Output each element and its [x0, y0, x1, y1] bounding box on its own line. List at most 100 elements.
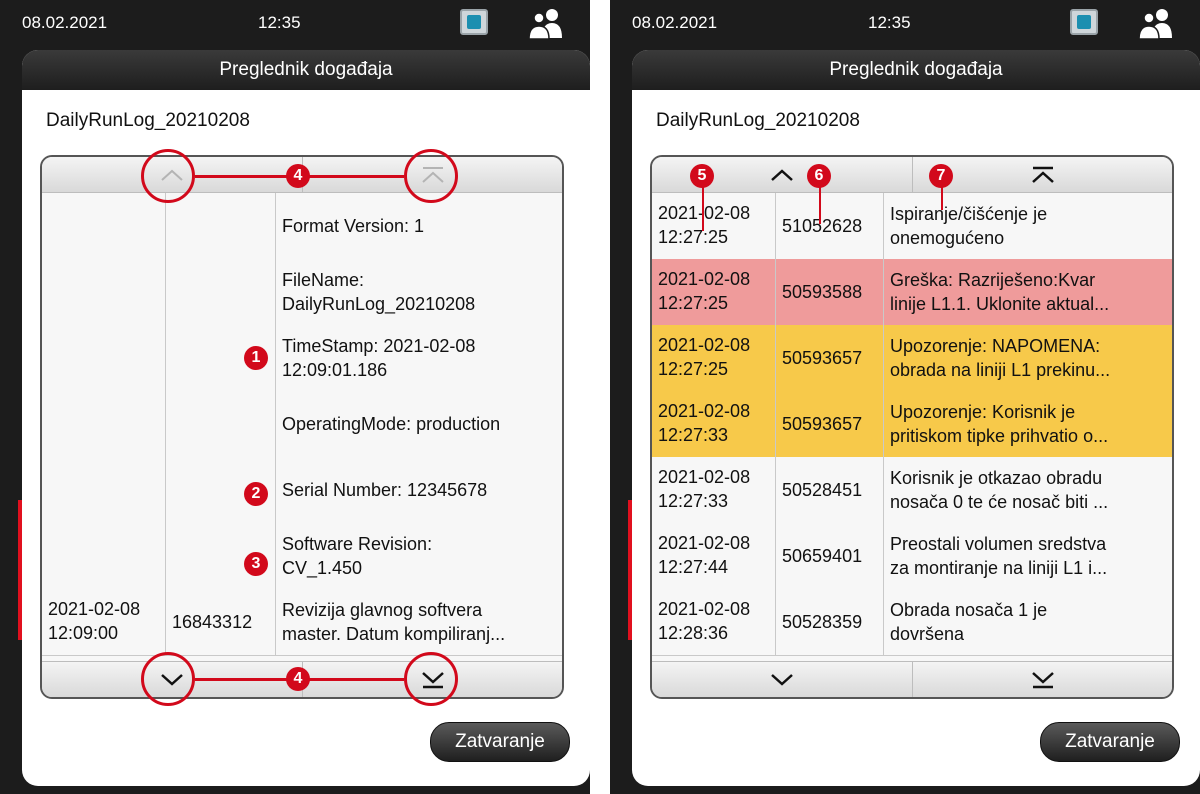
event-rows: Format Version: 1 FileName: DailyRunLog_20… — [42, 193, 562, 661]
row-timestamp — [42, 259, 166, 325]
annotation-ring-down — [141, 652, 195, 706]
callout-4-bottom: 4 — [286, 667, 310, 691]
row-description-line1: Korisnik je otkazao obradu — [890, 468, 1103, 488]
event-viewer-panel-left: 08.02.2021 12:35 Preglednik događaja Dai… — [0, 0, 590, 794]
table-row[interactable]: TimeStamp: 2021-02-08 12:09:01.186 — [42, 325, 562, 392]
row-description-line2: pritiskom tipke prihvatio o... — [890, 426, 1109, 446]
table-row[interactable]: 2021-02-08 12:09:00 16843312 Revizija glavn… — [42, 589, 562, 656]
row-description-line1: Revizija glavnog softvera — [282, 600, 483, 620]
users-icon[interactable] — [1134, 6, 1178, 40]
row-timestamp: 2021-02-08 12:09:00 — [42, 589, 166, 655]
row-event-id: 50593657 — [776, 391, 884, 457]
row-description-line1: Greška: Razriješeno:Kvar — [890, 270, 1096, 290]
callout-2: 2 — [244, 482, 268, 506]
row-time: 12:27:33 — [658, 425, 729, 445]
row-description-line2: za montiranje na liniji L1 i... — [890, 558, 1108, 578]
annotation-ring-top — [404, 149, 458, 203]
table-row[interactable]: 2021-02-08 12:27:33 50528451 Korisnik je ot… — [652, 457, 1172, 524]
row-description-line1: Preostali volumen sredstva — [890, 534, 1107, 554]
row-description-line2: 12:09:01.186 — [282, 360, 388, 380]
row-description-line1: Ispiranje/čišćenje je — [890, 204, 1048, 224]
row-description: TimeStamp: 2021-02-08 12:09:01.186 — [276, 325, 562, 391]
row-time: 12:27:25 — [658, 227, 729, 247]
monitor-icon[interactable] — [1070, 9, 1098, 35]
callout-4-top: 4 — [286, 164, 310, 188]
row-description-line2: master. Datum kompiliranj... — [282, 624, 506, 644]
row-date: 2021-02-08 — [658, 599, 751, 619]
row-description: Preostali volumen sredstva za montiranje … — [884, 523, 1172, 589]
row-event-id: 50528451 — [776, 457, 884, 523]
row-description-line1: Serial Number: 12345678 — [282, 480, 488, 500]
table-row[interactable]: 2021-02-08 12:27:25 51052628 Ispiranje/čišć… — [652, 193, 1172, 260]
row-description: Format Version: 1 — [276, 193, 562, 259]
row-time: 12:27:25 — [658, 359, 729, 379]
row-date: 2021-02-08 — [658, 203, 751, 223]
row-date: 2021-02-08 — [658, 467, 751, 487]
scroll-down-button[interactable] — [652, 662, 912, 697]
status-time: 12:35 — [868, 13, 911, 32]
table-row[interactable]: 2021-02-08 12:27:44 50659401 Preostali volu… — [652, 523, 1172, 590]
close-button[interactable]: Zatvaranje — [1040, 722, 1180, 762]
row-description-line1: Format Version: 1 — [282, 216, 425, 236]
row-description: Revizija glavnog softvera master. Datum k… — [276, 589, 562, 655]
status-date: 08.02.2021 — [632, 13, 718, 32]
row-timestamp — [42, 193, 166, 259]
row-time: 12:27:33 — [658, 491, 729, 511]
row-timestamp: 2021-02-08 12:27:25 — [652, 325, 776, 391]
chevron-up-icon — [771, 168, 793, 181]
row-description-line1: OperatingMode: production — [282, 414, 501, 434]
table-row[interactable]: Software Revision: CV_1.450 — [42, 523, 562, 590]
table-row[interactable]: Serial Number: 12345678 — [42, 457, 562, 524]
row-date: 2021-02-08 — [658, 533, 751, 553]
row-description-line2: DailyRunLog_20210208 — [282, 294, 476, 314]
row-description: Software Revision: CV_1.450 — [276, 523, 562, 589]
scroll-bottom-icon — [1032, 671, 1054, 688]
dialog-title: Preglednik događaja — [22, 50, 590, 90]
row-description: Greška: Razriješeno:Kvar linije L1.1. Ukl… — [884, 259, 1172, 325]
callout-7: 7 — [929, 164, 953, 188]
row-description-line2: linije L1.1. Uklonite aktual... — [890, 294, 1110, 314]
event-viewer-dialog: Preglednik događaja DailyRunLog_20210208… — [632, 50, 1200, 786]
row-description-line2: CV_1.450 — [282, 558, 363, 578]
close-button[interactable]: Zatvaranje — [430, 722, 570, 762]
row-description-line1: TimeStamp: 2021-02-08 — [282, 336, 476, 356]
event-rows: 2021-02-08 12:27:25 51052628 Ispiranje/čišć… — [652, 193, 1172, 661]
callout-1: 1 — [244, 346, 268, 370]
chevron-down-icon — [771, 673, 793, 686]
row-event-id: 51052628 — [776, 193, 884, 259]
table-row[interactable]: FileName: DailyRunLog_20210208 — [42, 259, 562, 326]
row-timestamp: 2021-02-08 12:27:25 — [652, 193, 776, 259]
event-viewer-panel-right: 08.02.2021 12:35 Preglednik događaja Dai… — [610, 0, 1200, 794]
callout-3: 3 — [244, 552, 268, 576]
row-time: 12:27:44 — [658, 557, 729, 577]
row-date: 2021-02-08 — [658, 335, 751, 355]
table-row[interactable]: OperatingMode: production — [42, 391, 562, 458]
row-description-line1: FileName: — [282, 270, 365, 290]
status-bar: 08.02.2021 12:35 — [610, 0, 1200, 44]
event-table: 2021-02-08 12:27:25 51052628 Ispiranje/čišć… — [650, 155, 1174, 699]
status-time: 12:35 — [258, 13, 301, 32]
scroll-bottom-button[interactable] — [912, 662, 1172, 697]
row-event-id: 50528359 — [776, 589, 884, 655]
status-date: 08.02.2021 — [22, 13, 108, 32]
table-row[interactable]: 2021-02-08 12:27:25 50593588 Greška: Razrij… — [652, 259, 1172, 326]
row-event-id: 50593588 — [776, 259, 884, 325]
row-timestamp — [42, 523, 166, 589]
row-event-id — [166, 193, 276, 259]
row-date: 2021-02-08 — [658, 269, 751, 289]
monitor-icon[interactable] — [460, 9, 488, 35]
row-description-line1: Obrada nosača 1 je — [890, 600, 1048, 620]
row-time: 12:09:00 — [48, 623, 119, 643]
annotation-ring-bottom — [404, 652, 458, 706]
log-file-name: DailyRunLog_20210208 — [46, 110, 250, 131]
row-description: Serial Number: 12345678 — [276, 457, 562, 523]
table-row[interactable]: 2021-02-08 12:28:36 50528359 Obrada nosača … — [652, 589, 1172, 656]
table-row[interactable]: 2021-02-08 12:27:33 50593657 Upozorenje: Ko… — [652, 391, 1172, 458]
table-row[interactable]: 2021-02-08 12:27:25 50593657 Upozorenje: NA… — [652, 325, 1172, 392]
row-event-id: 50593657 — [776, 325, 884, 391]
table-row[interactable]: Format Version: 1 — [42, 193, 562, 260]
row-timestamp — [42, 391, 166, 457]
row-time: 12:28:36 — [658, 623, 729, 643]
row-date: 2021-02-08 — [658, 401, 751, 421]
users-icon[interactable] — [524, 6, 568, 40]
